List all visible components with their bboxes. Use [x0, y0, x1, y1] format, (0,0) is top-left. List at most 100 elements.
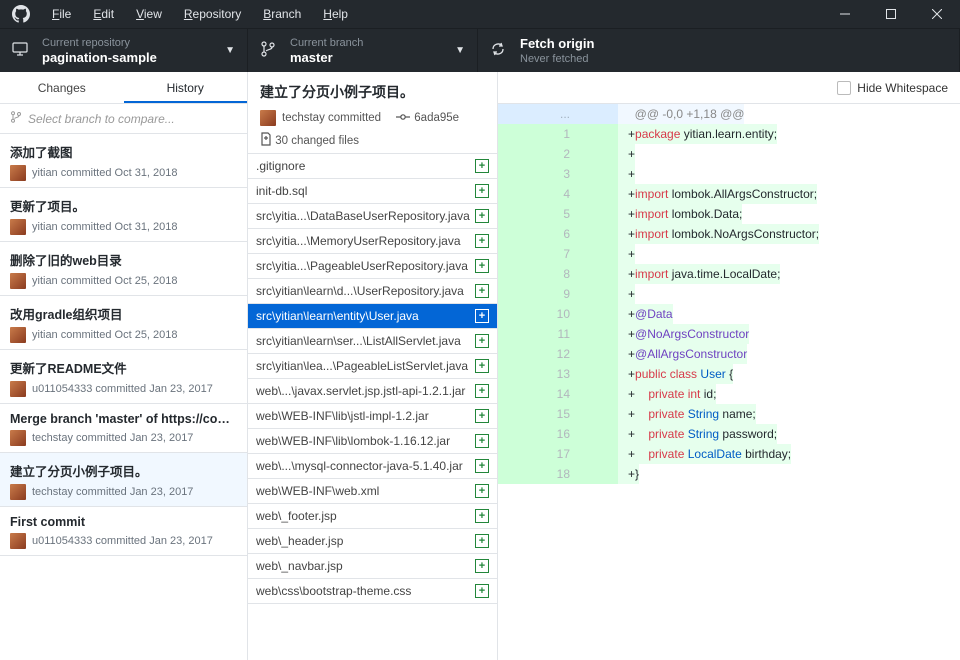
sync-icon: [490, 41, 508, 60]
menu-help[interactable]: Help: [313, 3, 358, 25]
tab-changes[interactable]: Changes: [0, 72, 124, 103]
commit-item[interactable]: 更新了README文件u011054333 committed Jan 23, …: [0, 350, 247, 404]
commit-item-meta: yitian committed Oct 31, 2018: [32, 221, 178, 233]
file-name: src\yitia...\MemoryUserRepository.java: [256, 234, 471, 248]
commit-sha[interactable]: 6ada95e: [396, 112, 459, 125]
commit-author: techstay committed: [282, 112, 381, 124]
file-name: web\...\javax.servlet.jsp.jstl-api-1.2.1…: [256, 384, 471, 398]
toolbar: Current repository pagination-sample ▼ C…: [0, 28, 960, 72]
commit-item[interactable]: 改用gradle组织项目yitian committed Oct 25, 201…: [0, 296, 247, 350]
commit-item[interactable]: 删除了旧的web目录yitian committed Oct 25, 2018: [0, 242, 247, 296]
added-icon: +: [475, 384, 489, 398]
file-name: web\WEB-INF\lib\jstl-impl-1.2.jar: [256, 409, 471, 423]
file-name: web\WEB-INF\lib\lombok-1.16.12.jar: [256, 434, 471, 448]
commit-item[interactable]: 添加了截图 yitian committed Oct 31, 2018: [0, 134, 247, 188]
commit-item[interactable]: 更新了项目。yitian committed Oct 31, 2018: [0, 188, 247, 242]
commit-item-title: 删除了旧的web目录: [10, 250, 237, 269]
file-item[interactable]: src\yitian\learn\entity\User.java+: [248, 304, 497, 329]
added-icon: +: [475, 284, 489, 298]
app-menu: FileEditViewRepositoryBranchHelp: [42, 3, 358, 25]
tab-history[interactable]: History: [124, 72, 248, 103]
menu-view[interactable]: View: [126, 3, 172, 25]
git-commit-icon: [396, 112, 410, 125]
file-name: src\yitia...\DataBaseUserRepository.java: [256, 209, 471, 223]
branch-compare-label: Select branch to compare...: [28, 112, 175, 126]
added-icon: +: [475, 234, 489, 248]
branch-compare-selector[interactable]: Select branch to compare...: [0, 104, 247, 134]
caret-down-icon: ▼: [225, 45, 235, 56]
file-item[interactable]: init-db.sql+: [248, 179, 497, 204]
checkbox-icon[interactable]: [837, 81, 851, 95]
added-icon: +: [475, 334, 489, 348]
commit-item-meta: yitian committed Oct 25, 2018: [32, 329, 178, 341]
commit-item[interactable]: Merge branch 'master' of https://code.c……: [0, 404, 247, 453]
changed-files[interactable]: 30 changed files: [260, 132, 359, 149]
minimize-button[interactable]: [822, 0, 868, 28]
file-item[interactable]: web\css\bootstrap-theme.css+: [248, 579, 497, 604]
git-branch-icon: [10, 110, 22, 127]
commit-title: 建立了分页小例子项目。: [260, 82, 485, 102]
file-item[interactable]: src\yitia...\MemoryUserRepository.java +: [248, 229, 497, 254]
file-name: src\yitian\learn\ser...\ListAllServlet.j…: [256, 334, 471, 348]
commit-item-meta: u011054333 committed Jan 23, 2017: [32, 535, 213, 547]
close-button[interactable]: [914, 0, 960, 28]
file-name: src\yitia...\PageableUserRepository.java: [256, 259, 471, 273]
avatar: [260, 110, 276, 126]
file-item[interactable]: src\yitian\lea...\PageableListServlet.ja…: [248, 354, 497, 379]
added-icon: +: [475, 184, 489, 198]
commit-item-title: Merge branch 'master' of https://code.c…: [10, 412, 237, 426]
commit-item-meta: yitian committed Oct 31, 2018: [32, 167, 178, 179]
file-item[interactable]: src\yitia...\DataBaseUserRepository.java…: [248, 204, 497, 229]
file-item[interactable]: web\...\javax.servlet.jsp.jstl-api-1.2.1…: [248, 379, 497, 404]
sidebar-history: Changes History Select branch to compare…: [0, 72, 248, 660]
file-name: src\yitian\learn\d...\UserRepository.jav…: [256, 284, 471, 298]
file-name: web\WEB-INF\web.xml: [256, 484, 471, 498]
commit-item-meta: techstay committed Jan 23, 2017: [32, 486, 193, 498]
menu-edit[interactable]: Edit: [83, 3, 124, 25]
file-item[interactable]: src\yitian\learn\d...\UserRepository.jav…: [248, 279, 497, 304]
file-item[interactable]: web\_header.jsp +: [248, 529, 497, 554]
file-item[interactable]: .gitignore+: [248, 154, 497, 179]
repo-selector[interactable]: Current repository pagination-sample ▼: [0, 29, 248, 72]
file-item[interactable]: web\WEB-INF\lib\jstl-impl-1.2.jar+: [248, 404, 497, 429]
menu-repository[interactable]: Repository: [174, 3, 251, 25]
menu-file[interactable]: File: [42, 3, 81, 25]
added-icon: +: [475, 259, 489, 273]
added-icon: +: [475, 484, 489, 498]
diff-view[interactable]: ...123456789101112131415161718 @@ -0,0 +…: [498, 104, 960, 660]
commit-item[interactable]: First commitu011054333 committed Jan 23,…: [0, 507, 247, 556]
titlebar: FileEditViewRepositoryBranchHelp: [0, 0, 960, 28]
file-name: src\yitian\lea...\PageableListServlet.ja…: [256, 359, 471, 373]
avatar: [10, 430, 26, 446]
hide-whitespace-toggle[interactable]: Hide Whitespace: [837, 81, 948, 95]
file-diff-icon: [260, 132, 272, 149]
commit-item-title: 添加了截图: [10, 142, 237, 161]
file-item[interactable]: src\yitian\learn\ser...\ListAllServlet.j…: [248, 329, 497, 354]
file-name: web\...\mysql-connector-java-5.1.40.jar: [256, 459, 471, 473]
maximize-button[interactable]: [868, 0, 914, 28]
menu-branch[interactable]: Branch: [253, 3, 311, 25]
file-item[interactable]: web\WEB-INF\web.xml +: [248, 479, 497, 504]
file-name: web\_header.jsp: [256, 534, 471, 548]
file-item[interactable]: web\_footer.jsp +: [248, 504, 497, 529]
file-name: web\_footer.jsp: [256, 509, 471, 523]
added-icon: +: [475, 509, 489, 523]
file-item[interactable]: web\...\mysql-connector-java-5.1.40.jar+: [248, 454, 497, 479]
avatar: [10, 273, 26, 289]
added-icon: +: [475, 559, 489, 573]
file-item[interactable]: web\WEB-INF\lib\lombok-1.16.12.jar+: [248, 429, 497, 454]
added-icon: +: [475, 159, 489, 173]
commit-item[interactable]: 建立了分页小例子项目。techstay committed Jan 23, 20…: [0, 453, 247, 507]
avatar: [10, 381, 26, 397]
file-name: web\_navbar.jsp: [256, 559, 471, 573]
avatar: [10, 219, 26, 235]
file-item[interactable]: web\_navbar.jsp +: [248, 554, 497, 579]
added-icon: +: [475, 359, 489, 373]
avatar: [10, 533, 26, 549]
fetch-button[interactable]: Fetch origin Never fetched: [478, 29, 960, 72]
avatar: [10, 484, 26, 500]
branch-selector[interactable]: Current branch master ▼: [248, 29, 478, 72]
file-item[interactable]: src\yitia...\PageableUserRepository.java…: [248, 254, 497, 279]
caret-down-icon: ▼: [455, 45, 465, 56]
added-icon: +: [475, 534, 489, 548]
